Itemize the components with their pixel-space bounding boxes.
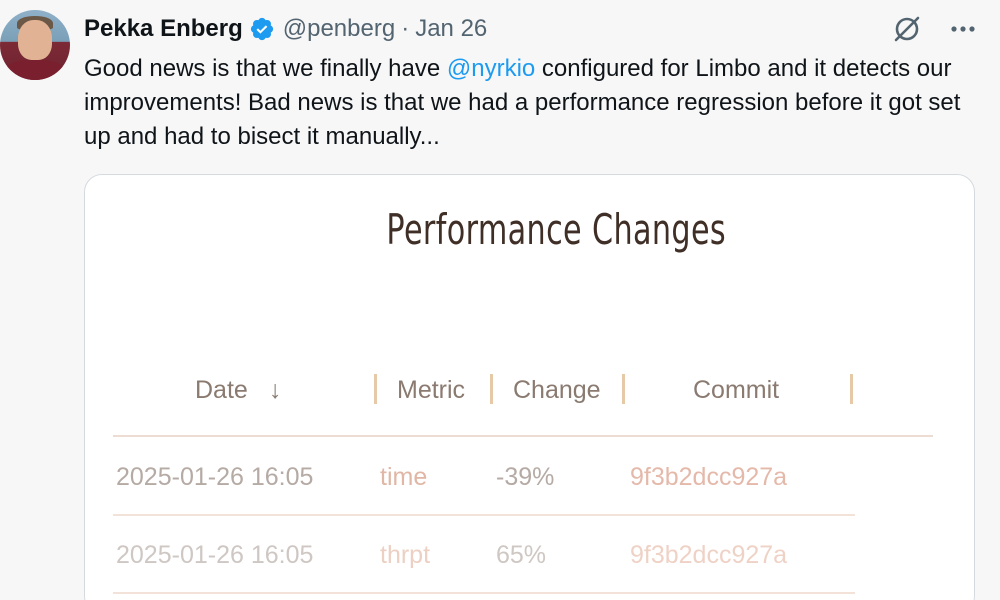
tweet-text-before: Good news is that we finally have <box>84 55 447 82</box>
author-name[interactable]: Pekka Enberg <box>84 15 243 43</box>
tweet-text: Good news is that we finally have @nyrki… <box>84 52 964 154</box>
author-handle[interactable]: @penberg <box>283 15 395 43</box>
column-divider <box>850 374 853 404</box>
card-title: Performance Changes <box>386 205 727 254</box>
column-divider <box>622 374 625 404</box>
avatar[interactable] <box>0 10 70 80</box>
column-divider <box>374 374 377 404</box>
verified-badge-icon[interactable] <box>249 16 275 42</box>
more-icon[interactable] <box>948 14 978 44</box>
image-card[interactable]: Performance Changes Date ↓ Metric Change… <box>84 174 975 600</box>
header-separator: · <box>401 15 410 42</box>
commit-link[interactable]: 9f3b2dcc927a <box>630 463 787 492</box>
cell-metric: thrpt <box>380 541 431 569</box>
avatar-shirt <box>4 60 66 80</box>
column-header-change[interactable]: Change <box>513 376 601 405</box>
cell-change: -39% <box>496 463 555 491</box>
mention-link[interactable]: @nyrkio <box>447 55 535 82</box>
table-header-rule <box>113 435 933 437</box>
row-divider <box>113 514 855 516</box>
tweet-actions <box>892 14 978 44</box>
cell-date: 2025-01-26 16:05 <box>116 463 314 491</box>
grok-icon[interactable] <box>892 14 922 44</box>
cell-change: 65% <box>496 541 547 569</box>
tweet-header: Pekka Enberg @penberg · Jan 26 <box>84 12 487 46</box>
row-divider <box>113 592 855 594</box>
column-header-metric[interactable]: Metric <box>397 376 465 405</box>
cell-date: 2025-01-26 16:05 <box>116 541 314 569</box>
commit-link[interactable]: 9f3b2dcc927a <box>630 541 787 570</box>
arrow-down-icon[interactable]: ↓ <box>269 376 282 405</box>
tweet-date[interactable]: Jan 26 <box>415 15 487 43</box>
cell-metric: time <box>380 463 428 491</box>
column-divider <box>490 374 493 404</box>
column-header-commit[interactable]: Commit <box>693 376 779 405</box>
avatar-face <box>18 20 52 60</box>
column-header-date[interactable]: Date <box>195 376 248 405</box>
